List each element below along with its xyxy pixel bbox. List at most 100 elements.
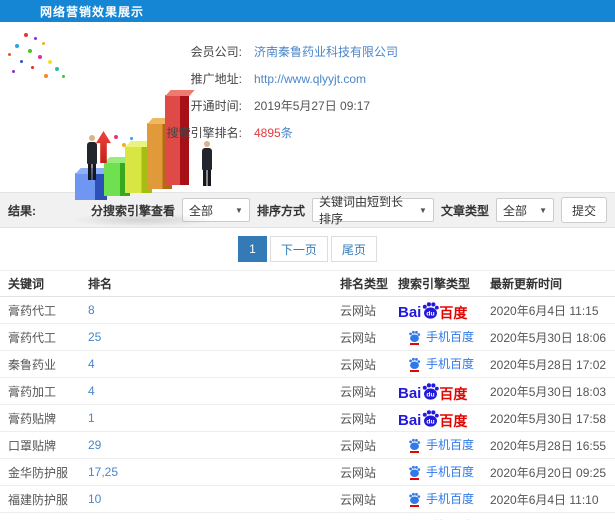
next-page-button[interactable]: 下一页 bbox=[269, 236, 328, 262]
submit-button[interactable]: 提交 bbox=[560, 197, 607, 223]
article-type-value: 全部 bbox=[502, 203, 527, 218]
baidu-paw-icon bbox=[409, 465, 421, 478]
cell-rank[interactable]: 1 bbox=[88, 411, 340, 425]
baidu-paw-icon bbox=[409, 492, 421, 505]
table-row: 福建防护服 10 云网站 手机百度 2020年6月4日 11:10 bbox=[0, 486, 615, 513]
sort-select[interactable]: 关键词由短到长排序 ▼ bbox=[311, 195, 434, 226]
baidu-paw-icon: du bbox=[423, 382, 440, 400]
pagination: 1 下一页 尾页 bbox=[238, 236, 377, 262]
cell-engine: Bai du 百度 bbox=[398, 382, 490, 401]
table-header-row: 关键词 排名 排名类型 搜索引擎类型 最新更新时间 bbox=[0, 271, 615, 297]
cell-updated: 2020年5月28日 16:55 bbox=[490, 438, 607, 453]
cell-updated: 2020年6月4日 11:15 bbox=[490, 303, 599, 318]
article-type-label: 文章类型 bbox=[440, 203, 489, 218]
table-row: 膏药贴牌 1 云网站 Bai du 百度 2020年5月30日 17:58 bbox=[0, 405, 615, 432]
baidu-paw-icon bbox=[409, 330, 421, 343]
cell-engine: 手机百度 bbox=[398, 328, 490, 346]
cell-keyword: 福建防护服 bbox=[8, 492, 69, 507]
bar-chart-illustration bbox=[0, 22, 215, 227]
chevron-down-icon: ▼ bbox=[539, 205, 547, 215]
cell-rank-type: 云网站 bbox=[340, 330, 377, 345]
cell-rank[interactable]: 4 bbox=[88, 357, 340, 371]
cell-engine: Bai du 百度 bbox=[398, 409, 490, 428]
cell-updated: 2020年5月28日 17:02 bbox=[490, 357, 607, 372]
last-page-button[interactable]: 尾页 bbox=[330, 236, 377, 262]
table-row: 膏药加工 4 云网站 Bai du 百度 2020年5月30日 18:03 bbox=[0, 378, 615, 405]
cell-updated: 2020年6月4日 11:10 bbox=[490, 492, 599, 507]
cell-updated: 2020年5月30日 18:06 bbox=[490, 330, 607, 345]
app-header: 网络营销效果展示 bbox=[0, 0, 615, 22]
table-body: 膏药代工 8 云网站 Bai du 百度 2020年6月4日 11:15 膏药代工 … bbox=[0, 297, 615, 520]
cell-rank[interactable]: 10 bbox=[88, 492, 340, 506]
cell-rank-type: 云网站 bbox=[340, 303, 377, 318]
article-type-select[interactable]: 全部 ▼ bbox=[495, 198, 554, 222]
cell-rank-type: 云网站 bbox=[340, 357, 377, 372]
company-label: 会员公司: bbox=[190, 45, 242, 59]
page-1-button[interactable]: 1 bbox=[238, 236, 267, 262]
rank-count-value: 4895 bbox=[254, 125, 281, 140]
cell-keyword: 膏药代工 bbox=[8, 303, 57, 318]
cell-engine: 手机百度 bbox=[398, 436, 490, 454]
businessman-figure-right bbox=[200, 141, 214, 186]
chevron-down-icon: ▼ bbox=[235, 205, 243, 215]
table-row: 手机百度 bbox=[0, 513, 615, 520]
company-link[interactable]: 济南秦鲁药业科技有限公司 bbox=[254, 43, 398, 60]
svg-text:du: du bbox=[427, 391, 435, 398]
summary-section: 会员公司: 济南秦鲁药业科技有限公司 推广地址: http://www.qlyy… bbox=[0, 22, 615, 227]
baidu-paw-icon: du bbox=[423, 301, 440, 319]
cell-keyword: 口罩贴牌 bbox=[8, 438, 57, 453]
cell-keyword: 膏药代工 bbox=[8, 330, 57, 345]
cell-rank[interactable]: 25 bbox=[88, 330, 340, 344]
cell-rank[interactable]: 8 bbox=[88, 303, 340, 317]
table-row: 膏药代工 25 云网站 手机百度 2020年5月30日 18:06 bbox=[0, 324, 615, 351]
baidu-logo: Bai du 百度 bbox=[398, 409, 467, 428]
rank-count-unit: 条 bbox=[280, 126, 293, 140]
col-engine-type: 搜索引擎类型 bbox=[398, 277, 471, 291]
table-row: 秦鲁药业 4 云网站 手机百度 2020年5月28日 17:02 bbox=[0, 351, 615, 378]
mobile-baidu-logo: 手机百度 bbox=[408, 436, 474, 453]
info-row-open-time: 开通时间: 2019年5月27日 09:17 bbox=[162, 92, 602, 119]
table-row: 金华防护服 17,25 云网站 手机百度 2020年6月20日 09:25 bbox=[0, 459, 615, 486]
promo-url-link[interactable]: http://www.qlyyjt.com bbox=[254, 72, 366, 86]
cell-updated: 2020年5月30日 17:58 bbox=[490, 411, 607, 426]
pagination-row: 1 下一页 尾页 bbox=[0, 228, 615, 270]
mobile-baidu-logo: 手机百度 bbox=[408, 463, 474, 480]
svg-text:du: du bbox=[427, 310, 435, 317]
open-time-label: 开通时间: bbox=[190, 99, 242, 113]
cell-rank-type: 云网站 bbox=[340, 492, 377, 507]
baidu-logo: Bai du 百度 bbox=[398, 301, 467, 320]
rank-count-label: 搜索引擎排名: bbox=[166, 126, 242, 140]
businessman-figure-left bbox=[85, 135, 99, 180]
page-title: 网络营销效果展示 bbox=[40, 4, 145, 19]
mobile-baidu-logo: 手机百度 bbox=[408, 490, 474, 507]
promo-url-label: 推广地址: bbox=[190, 72, 242, 86]
cell-rank[interactable]: 4 bbox=[88, 384, 340, 398]
cell-rank-type: 云网站 bbox=[340, 438, 377, 453]
baidu-underline bbox=[410, 370, 419, 372]
result-label: 结果: bbox=[8, 203, 36, 218]
baidu-underline bbox=[410, 478, 419, 480]
baidu-paw-icon bbox=[409, 438, 421, 451]
cell-engine: 手机百度 bbox=[398, 463, 490, 481]
cell-updated: 2020年5月30日 18:03 bbox=[490, 384, 607, 399]
cell-keyword: 秦鲁药业 bbox=[8, 357, 57, 372]
col-rank: 排名 bbox=[88, 277, 113, 291]
baidu-underline bbox=[410, 451, 419, 453]
col-rank-type: 排名类型 bbox=[340, 277, 389, 291]
baidu-logo: Bai du 百度 bbox=[398, 382, 467, 401]
cell-keyword: 膏药贴牌 bbox=[8, 411, 57, 426]
cell-rank-type: 云网站 bbox=[340, 384, 377, 399]
cell-rank[interactable]: 29 bbox=[88, 438, 340, 452]
svg-text:du: du bbox=[427, 418, 435, 425]
open-time-value: 2019年5月27日 09:17 bbox=[254, 99, 371, 113]
cell-rank[interactable]: 17,25 bbox=[88, 465, 340, 479]
baidu-paw-icon: du bbox=[423, 409, 440, 427]
col-keyword: 关键词 bbox=[8, 277, 45, 291]
cell-keyword: 膏药加工 bbox=[8, 384, 57, 399]
mobile-baidu-logo: 手机百度 bbox=[408, 328, 474, 345]
company-info-list: 会员公司: 济南秦鲁药业科技有限公司 推广地址: http://www.qlyy… bbox=[162, 38, 602, 146]
table-row: 口罩贴牌 29 云网站 手机百度 2020年5月28日 16:55 bbox=[0, 432, 615, 459]
info-row-company: 会员公司: 济南秦鲁药业科技有限公司 bbox=[162, 38, 602, 65]
table-row: 膏药代工 8 云网站 Bai du 百度 2020年6月4日 11:15 bbox=[0, 297, 615, 324]
cell-updated: 2020年6月20日 09:25 bbox=[490, 465, 607, 480]
